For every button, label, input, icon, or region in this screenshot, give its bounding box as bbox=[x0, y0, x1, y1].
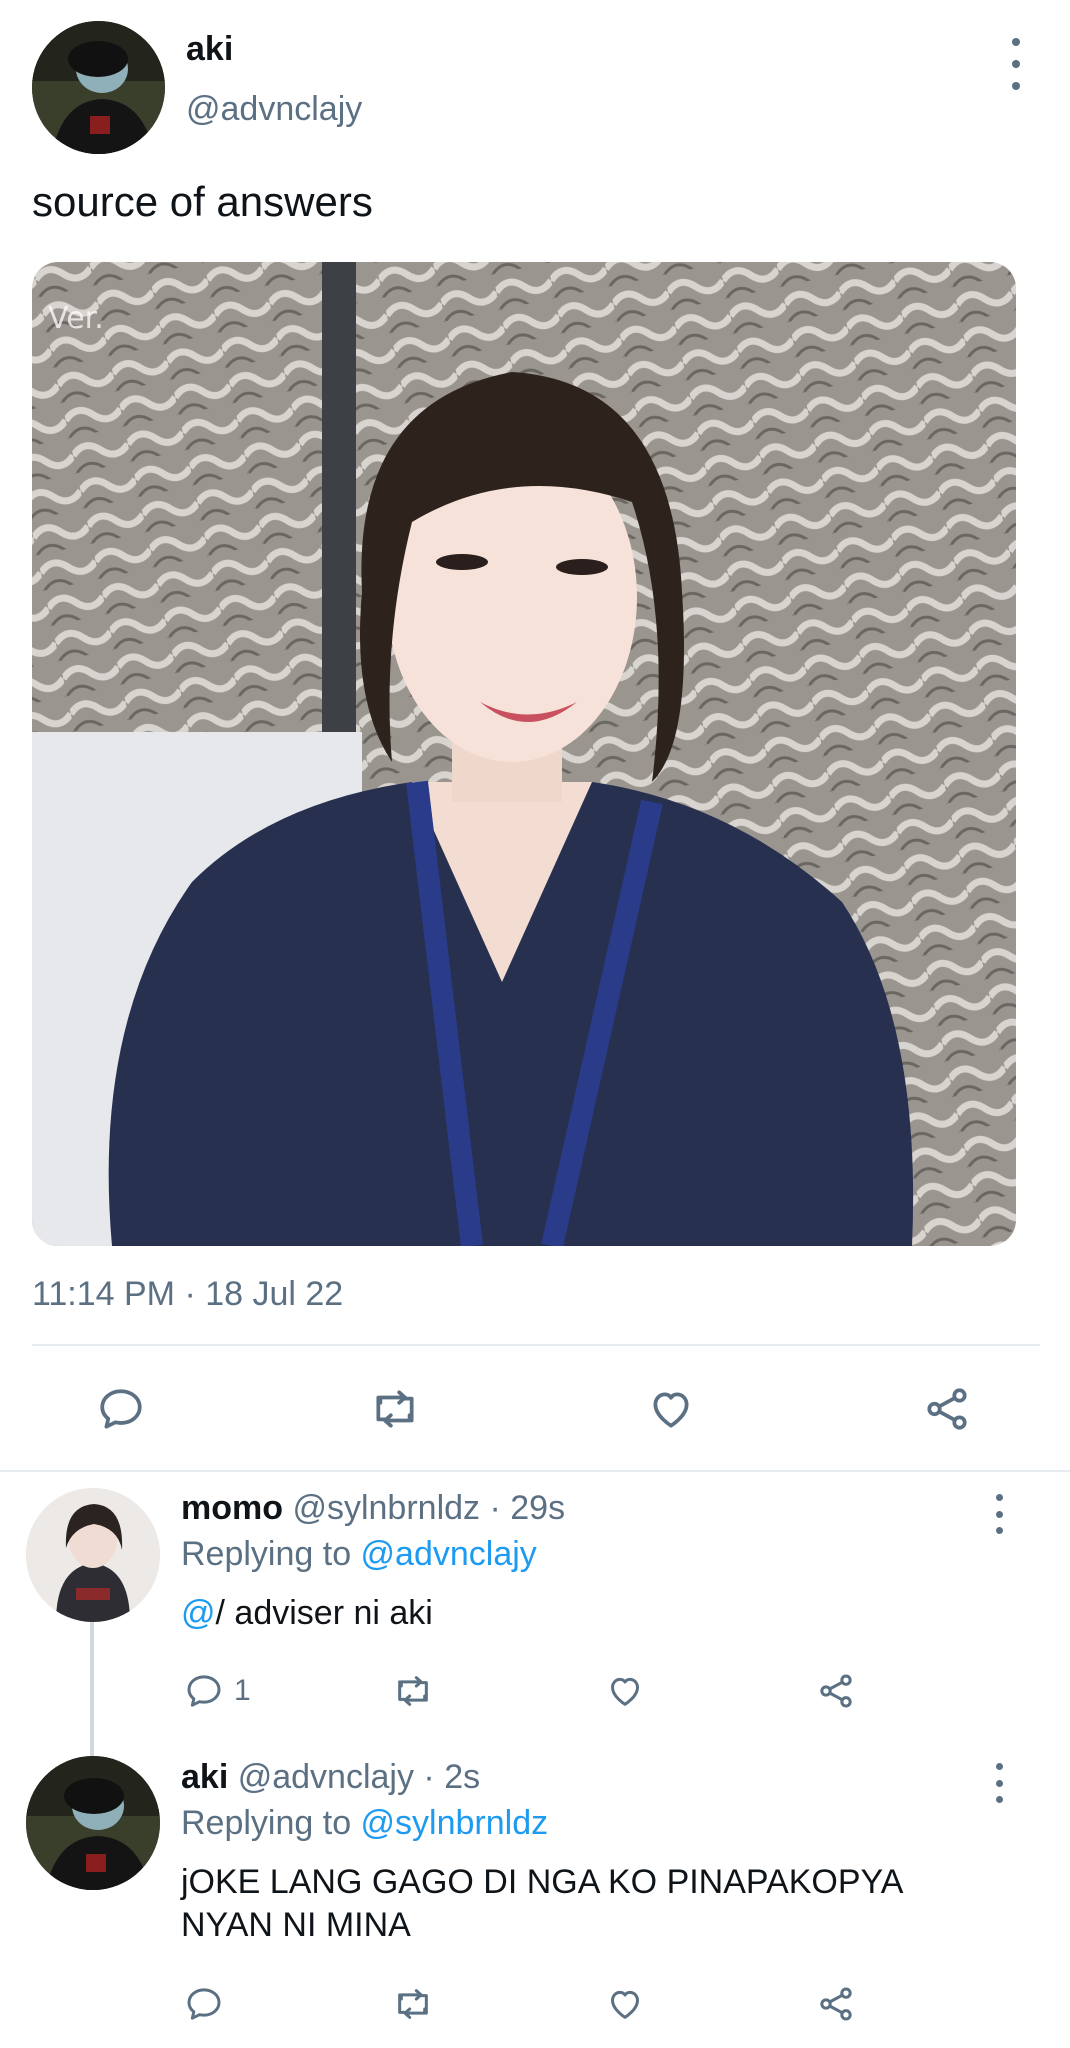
author-handle[interactable]: @advnclajy bbox=[186, 90, 362, 129]
reply-like-icon[interactable] bbox=[604, 1671, 646, 1711]
replying-to-label: Replying to bbox=[181, 1535, 361, 1573]
reply-retweet-icon[interactable] bbox=[391, 1984, 435, 2024]
reply-avatar[interactable] bbox=[26, 1488, 160, 1622]
replying-to-label: Replying to bbox=[181, 1804, 361, 1842]
reply-avatar[interactable] bbox=[26, 1756, 160, 1890]
divider-replies bbox=[0, 1470, 1070, 1472]
reply-more-options-icon[interactable] bbox=[987, 1763, 1011, 1803]
reply-handle-time[interactable]: @advnclajy · 2s bbox=[238, 1758, 480, 1796]
reply-author-name[interactable]: aki bbox=[181, 1758, 228, 1796]
tweet-text: source of answers bbox=[32, 178, 373, 225]
thread-connector-line bbox=[90, 1622, 94, 1756]
media-watermark: Ver. bbox=[48, 301, 104, 336]
reply-reply-icon[interactable] bbox=[184, 1984, 224, 2024]
reply-author-name[interactable]: momo bbox=[181, 1489, 283, 1527]
reply-header: aki @advnclajy · 2s bbox=[181, 1758, 480, 1797]
reply-more-options-icon[interactable] bbox=[987, 1494, 1011, 1534]
reply-icon[interactable] bbox=[96, 1384, 146, 1434]
reply-count: 1 bbox=[234, 1674, 251, 1707]
tweet-timestamp: 11:14 PM · 18 Jul 22 bbox=[32, 1275, 344, 1313]
replying-to-handle[interactable]: @advnclajy bbox=[361, 1535, 537, 1573]
replying-to-handle[interactable]: @sylnbrnldz bbox=[361, 1804, 549, 1842]
reply-like-icon[interactable] bbox=[604, 1984, 646, 2024]
author-name[interactable]: aki bbox=[186, 30, 233, 69]
reply-text-line-2: NYAN NI MINA bbox=[181, 1906, 411, 1944]
tweet-media-image[interactable]: Ver. bbox=[32, 262, 1016, 1246]
more-options-icon[interactable] bbox=[1004, 38, 1028, 90]
author-avatar[interactable] bbox=[32, 21, 165, 154]
reply-mention[interactable]: @ bbox=[181, 1594, 216, 1632]
like-icon[interactable] bbox=[646, 1384, 696, 1434]
divider-main bbox=[32, 1344, 1040, 1346]
reply-header: momo @sylnbrnldz · 29s bbox=[181, 1489, 565, 1528]
reply-text-body: / adviser ni aki bbox=[215, 1594, 433, 1632]
reply-text: @/ adviser ni aki bbox=[181, 1594, 433, 1633]
share-icon[interactable] bbox=[922, 1384, 972, 1434]
reply-share-icon[interactable] bbox=[815, 1671, 857, 1711]
replying-to: Replying to @sylnbrnldz bbox=[181, 1804, 548, 1843]
retweet-icon[interactable] bbox=[370, 1384, 420, 1434]
replying-to: Replying to @advnclajy bbox=[181, 1535, 537, 1574]
reply-handle-time[interactable]: @sylnbrnldz · 29s bbox=[292, 1489, 565, 1527]
reply-text-line-1: jOKE LANG GAGO DI NGA KO PINAPAKOPYA bbox=[181, 1863, 904, 1901]
reply-share-icon[interactable] bbox=[815, 1984, 857, 2024]
reply-retweet-icon[interactable] bbox=[391, 1671, 435, 1711]
reply-reply-icon[interactable] bbox=[184, 1671, 224, 1711]
